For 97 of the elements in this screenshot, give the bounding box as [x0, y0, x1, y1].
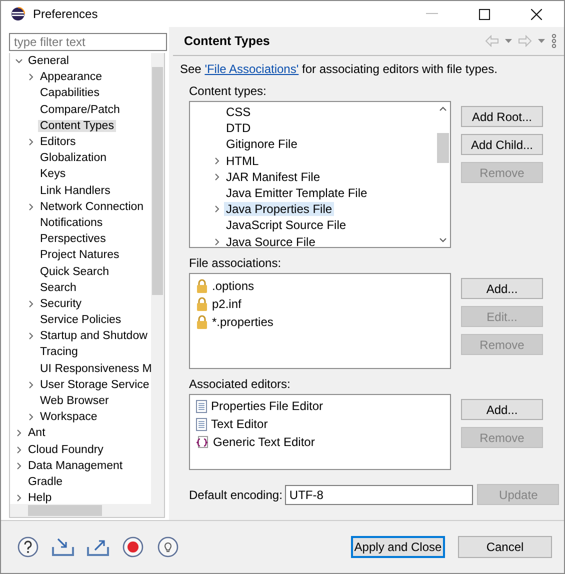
- tree-item[interactable]: User Storage Service: [38, 378, 152, 391]
- tree-item[interactable]: Project Natures: [38, 249, 122, 262]
- action-button[interactable]: Add...: [461, 399, 543, 420]
- expand-icon[interactable]: [27, 332, 35, 340]
- tree-item[interactable]: Compare/Patch: [38, 104, 122, 116]
- scroll-down-icon[interactable]: [438, 238, 446, 243]
- tree-item[interactable]: Capabilities: [38, 87, 102, 100]
- section-label: File associations:: [189, 256, 282, 270]
- expand-icon[interactable]: [27, 300, 35, 308]
- tree-item[interactable]: Quick Search: [38, 266, 112, 278]
- export-icon[interactable]: [87, 537, 109, 557]
- list-item[interactable]: .options: [212, 279, 254, 293]
- record-icon[interactable]: [122, 536, 144, 558]
- scroll-thumb[interactable]: [436, 133, 448, 163]
- tree-item[interactable]: Web Browser: [38, 395, 111, 408]
- list-item[interactable]: p2.inf: [212, 297, 242, 311]
- list-item[interactable]: DTD: [224, 121, 253, 136]
- tree-item[interactable]: Content Types: [38, 120, 116, 132]
- list-item[interactable]: Properties File Editor: [211, 399, 324, 413]
- tree-item[interactable]: Workspace: [38, 411, 100, 424]
- maximize-icon[interactable]: [479, 8, 490, 20]
- action-button[interactable]: Add...: [461, 278, 543, 299]
- expand-icon[interactable]: [15, 494, 23, 502]
- tree-item[interactable]: UI Responsiveness M: [38, 362, 154, 375]
- tree-item[interactable]: Perspectives: [38, 233, 108, 246]
- apply-and-close-button[interactable]: Apply and Close: [351, 536, 445, 558]
- expand-icon[interactable]: [27, 380, 35, 389]
- tree-item[interactable]: Ant: [26, 427, 48, 440]
- action-button[interactable]: Add Root...: [461, 106, 543, 127]
- list-item[interactable]: CSS: [224, 105, 253, 120]
- expand-icon[interactable]: [27, 138, 35, 146]
- tree-item[interactable]: General: [26, 55, 71, 68]
- file-associations-link[interactable]: 'File Associations': [204, 62, 299, 76]
- list-item[interactable]: Java Source File: [224, 234, 318, 249]
- tree-item[interactable]: Editors: [38, 136, 78, 148]
- tree-item[interactable]: Data Management: [26, 460, 125, 472]
- expand-icon[interactable]: [27, 73, 35, 82]
- expand-icon[interactable]: [213, 172, 221, 181]
- expand-icon[interactable]: [27, 202, 35, 211]
- tree-item[interactable]: Help: [26, 492, 54, 504]
- list-item[interactable]: *.properties: [212, 315, 274, 329]
- document-icon: [196, 418, 207, 430]
- page-title: Content Types: [184, 34, 270, 48]
- list-item[interactable]: Generic Text Editor: [213, 435, 315, 449]
- collapse-icon[interactable]: [15, 57, 23, 66]
- expand-icon[interactable]: [27, 413, 35, 422]
- tree-item[interactable]: Cloud Foundry: [26, 444, 106, 456]
- tree-item[interactable]: Service Policies: [38, 314, 124, 326]
- intro-text: See 'File Associations' for associating editors with file types.: [180, 62, 498, 76]
- list-item[interactable]: Gitignore File: [224, 137, 300, 152]
- filter-field[interactable]: type filter text: [9, 33, 167, 51]
- encoding-label: Default encoding:: [189, 488, 282, 502]
- list-item[interactable]: HTML: [224, 154, 261, 168]
- lock-icon: [196, 315, 208, 329]
- horizontal-scrollbar[interactable]: [10, 504, 164, 517]
- expand-icon[interactable]: [213, 156, 221, 165]
- list-item[interactable]: Text Editor: [211, 417, 268, 431]
- window-title: Preferences: [33, 7, 98, 21]
- braces-document-icon: [196, 436, 209, 448]
- tree-item[interactable]: Security: [38, 298, 84, 310]
- tree-item[interactable]: Link Handlers: [38, 184, 112, 197]
- lightbulb-icon[interactable]: [157, 536, 179, 558]
- scroll-up-icon[interactable]: [438, 106, 446, 111]
- dropdown-icon[interactable]: [505, 39, 512, 43]
- app-icon: [11, 7, 25, 21]
- more-icon[interactable]: [551, 34, 558, 48]
- tree-item[interactable]: Startup and Shutdow: [38, 330, 150, 342]
- action-button[interactable]: Add Child...: [461, 134, 543, 155]
- tree-item[interactable]: Network Connection: [38, 200, 146, 213]
- cancel-button[interactable]: Cancel: [458, 536, 552, 558]
- expand-icon[interactable]: [213, 205, 221, 214]
- section-label: Associated editors:: [189, 377, 292, 391]
- list-item[interactable]: JavaScript Source File: [224, 218, 348, 232]
- tree-item[interactable]: Appearance: [38, 71, 104, 84]
- vertical-scrollbar[interactable]: [151, 53, 164, 504]
- tree-item[interactable]: Keys: [38, 168, 68, 180]
- section-label: Content types:: [189, 84, 268, 98]
- encoding-field[interactable]: UTF-8: [285, 484, 474, 504]
- import-icon[interactable]: [52, 537, 74, 557]
- lock-icon: [196, 297, 208, 311]
- lock-icon: [196, 279, 208, 293]
- tree-item[interactable]: Tracing: [38, 346, 80, 358]
- tree-item[interactable]: Globalization: [38, 152, 108, 164]
- expand-icon[interactable]: [15, 462, 23, 470]
- close-icon[interactable]: [531, 8, 542, 20]
- tree-item[interactable]: Search: [38, 282, 78, 294]
- help-icon[interactable]: [17, 536, 39, 558]
- tree-item[interactable]: Notifications: [38, 216, 105, 229]
- expand-icon[interactable]: [15, 429, 23, 438]
- list-item[interactable]: Java Properties File: [224, 202, 334, 216]
- expand-icon[interactable]: [15, 446, 23, 454]
- document-icon: [196, 400, 207, 412]
- list-item[interactable]: Java Emitter Template File: [224, 186, 370, 200]
- list-item[interactable]: JAR Manifest File: [224, 170, 322, 184]
- tree-item[interactable]: Gradle: [26, 476, 65, 488]
- expand-icon[interactable]: [213, 238, 221, 246]
- dropdown-icon[interactable]: [538, 39, 546, 43]
